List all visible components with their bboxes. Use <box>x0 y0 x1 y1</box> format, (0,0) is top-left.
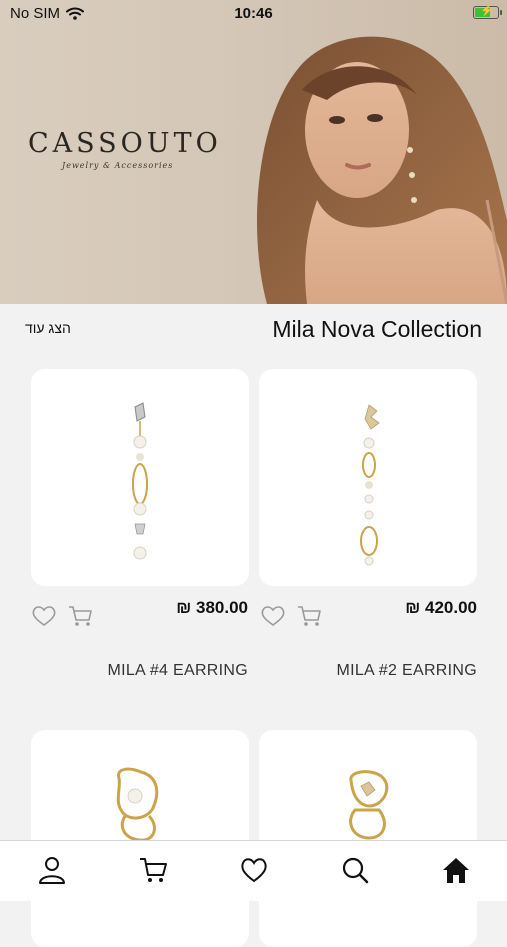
status-bar: No SIM 10:46 ⚡ <box>0 0 507 28</box>
favorite-heart-icon[interactable] <box>260 604 286 628</box>
add-to-cart-icon[interactable] <box>297 604 323 628</box>
brand-logo: CASSOUTO <box>28 128 222 159</box>
earring-image <box>132 402 148 560</box>
product-name[interactable]: MILA #4 EARRING <box>107 662 248 680</box>
home-icon[interactable] <box>441 855 471 885</box>
product-name[interactable]: MILA #2 EARRING <box>336 662 477 680</box>
product-card-image[interactable] <box>31 369 249 586</box>
earring-image <box>116 767 159 842</box>
battery-icon: ⚡ <box>473 5 502 19</box>
brand-tagline: Jewelry & Accessories <box>62 161 174 170</box>
product-price: ₪ 420.00 <box>405 598 477 617</box>
product-card-image[interactable] <box>31 730 249 947</box>
show-more-link[interactable]: הצג עוד <box>25 320 71 336</box>
status-time: 10:46 <box>234 5 273 22</box>
cart-icon[interactable] <box>138 855 168 885</box>
bottom-tab-bar <box>0 840 507 901</box>
hero-model-photo <box>257 36 507 304</box>
product-card-image[interactable] <box>259 369 477 586</box>
product-price: ₪ 380.00 <box>176 598 248 617</box>
charging-bolt-icon: ⚡ <box>480 5 494 17</box>
heart-icon[interactable] <box>239 855 269 885</box>
favorite-heart-icon[interactable] <box>31 604 57 628</box>
earring-image <box>349 770 389 840</box>
add-to-cart-icon[interactable] <box>68 604 94 628</box>
product-card-image[interactable] <box>259 730 477 947</box>
search-icon[interactable] <box>340 855 370 885</box>
hero-banner[interactable]: CASSOUTO Jewelry & Accessories <box>0 0 507 304</box>
section-title: Mila Nova Collection <box>272 316 482 342</box>
earring-image <box>360 404 380 566</box>
profile-icon[interactable] <box>37 855 67 885</box>
